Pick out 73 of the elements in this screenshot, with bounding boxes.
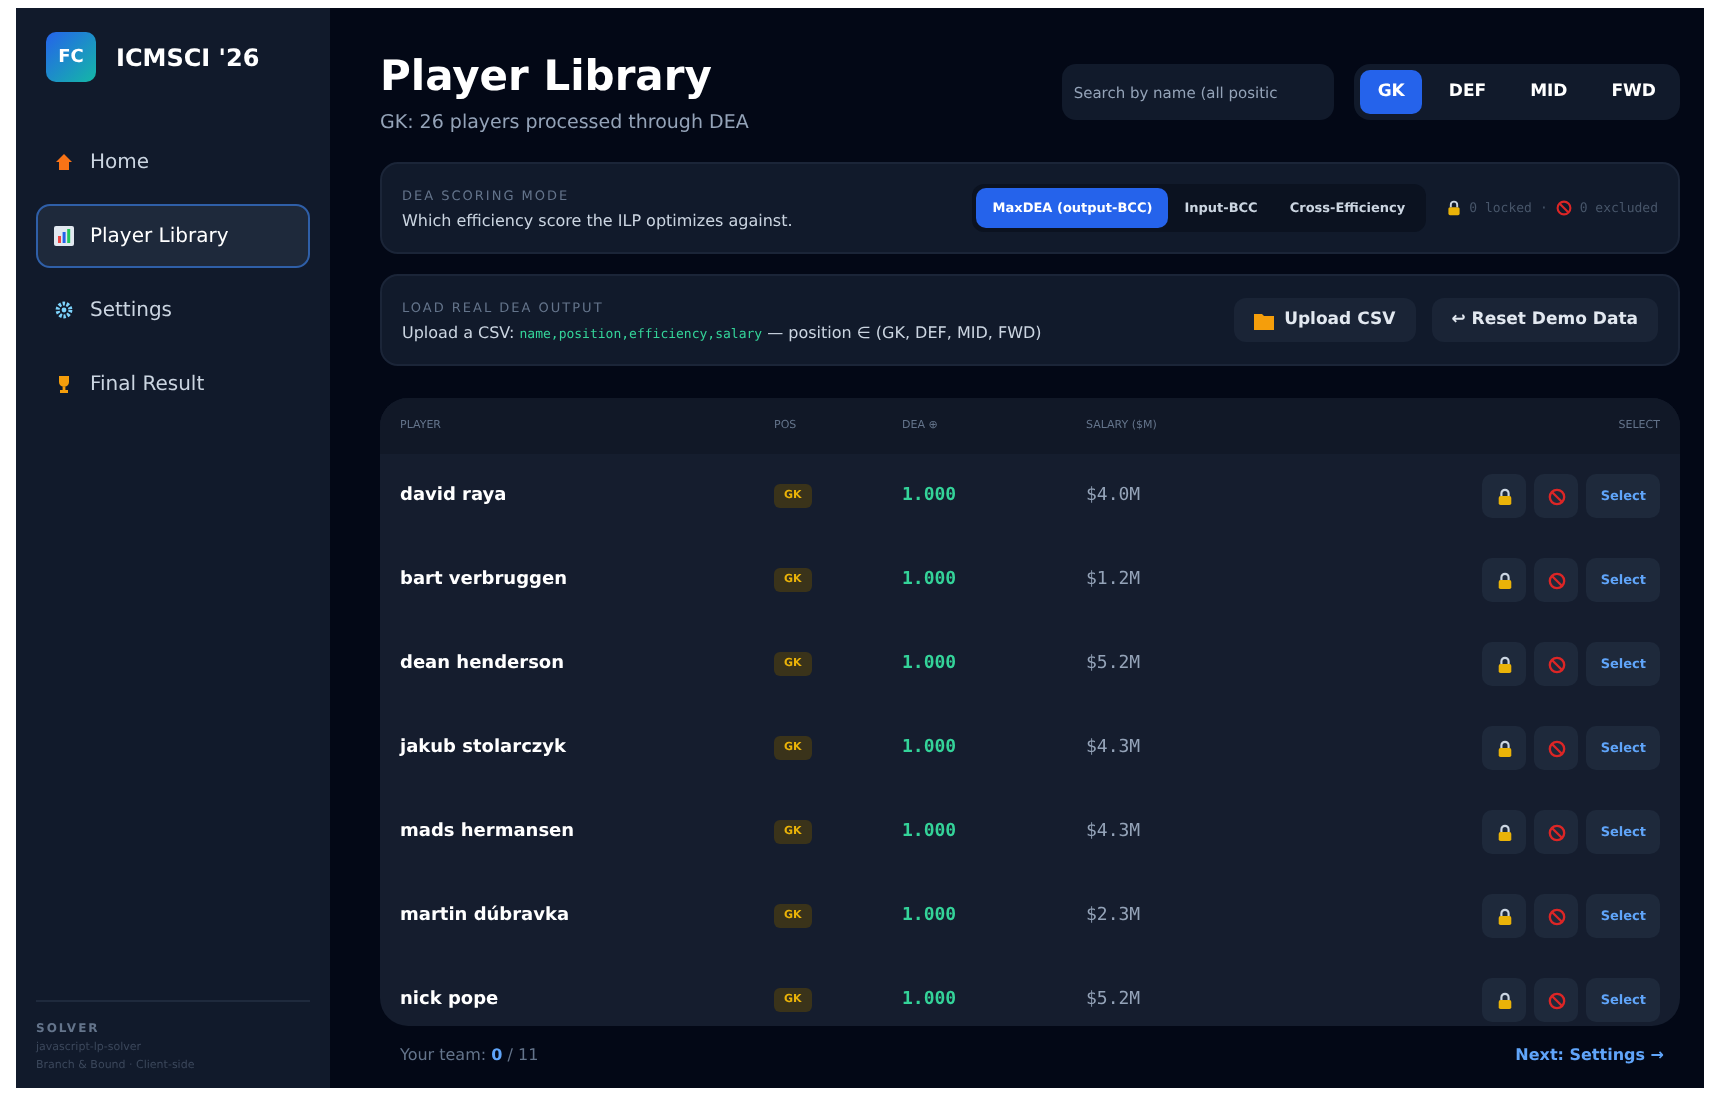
lock-button[interactable] xyxy=(1482,558,1527,602)
salary: $4.3M xyxy=(1086,822,1143,842)
prohibited-icon xyxy=(1547,823,1566,841)
position-tab[interactable]: DEF xyxy=(1430,70,1505,114)
salary: $4.0M xyxy=(1086,486,1143,506)
dea-score: 1.000 xyxy=(902,486,959,506)
upload-button[interactable]: Upload CSV xyxy=(1234,298,1416,342)
exclude-button[interactable] xyxy=(1534,474,1579,518)
lock-button[interactable] xyxy=(1482,642,1527,686)
dea-score: 1.000 xyxy=(902,822,959,842)
prohibited-icon xyxy=(1547,655,1566,673)
gear-icon xyxy=(54,300,74,320)
nav-item[interactable]: Home xyxy=(36,130,310,194)
exclude-button[interactable] xyxy=(1534,810,1579,854)
lock-button[interactable] xyxy=(1482,726,1527,770)
dea-score: 1.000 xyxy=(902,906,959,926)
logo: FC xyxy=(46,32,96,82)
lock-icon xyxy=(1495,907,1514,925)
lock-icon xyxy=(1495,823,1514,841)
lock-button[interactable] xyxy=(1482,810,1527,854)
position-tab[interactable]: MID xyxy=(1512,70,1586,114)
player-name: dean henderson xyxy=(400,654,567,674)
lock-icon xyxy=(1445,200,1462,216)
lock-icon xyxy=(1495,571,1514,589)
page-title: Player Library xyxy=(380,52,714,100)
app-name: ICMSCI '26 xyxy=(116,43,260,71)
page-subtitle: GK: 26 players processed through DEA xyxy=(380,112,749,134)
prohibited-icon xyxy=(1555,200,1572,216)
salary: $1.2M xyxy=(1086,570,1143,590)
salary: $2.3M xyxy=(1086,906,1143,926)
nav-item[interactable]: Settings xyxy=(36,278,310,342)
reset-button[interactable]: ↩ Reset Demo Data xyxy=(1431,298,1658,342)
nav-item[interactable]: Final Result xyxy=(36,352,310,416)
salary: $4.3M xyxy=(1086,738,1143,758)
dea-score: 1.000 xyxy=(902,738,959,758)
prohibited-icon xyxy=(1547,487,1566,505)
dea-score: 1.000 xyxy=(902,570,959,590)
nav-item[interactable]: Player Library xyxy=(36,204,310,268)
folder-icon xyxy=(1254,311,1275,329)
player-name: mads hermansen xyxy=(400,822,577,842)
prohibited-icon xyxy=(1547,907,1566,925)
position-tab[interactable]: FWD xyxy=(1593,70,1674,114)
dea-score: 1.000 xyxy=(902,990,959,1010)
exclude-button[interactable] xyxy=(1534,642,1579,686)
lock-icon xyxy=(1495,739,1514,757)
lock-icon xyxy=(1495,991,1514,1009)
salary: $5.2M xyxy=(1086,654,1143,674)
lock-button[interactable] xyxy=(1482,978,1527,1022)
dea-score: 1.000 xyxy=(902,654,959,674)
lock-button[interactable] xyxy=(1482,894,1527,938)
player-name: martin dúbravka xyxy=(400,906,572,926)
exclude-button[interactable] xyxy=(1534,726,1579,770)
player-name: jakub stolarczyk xyxy=(400,738,568,758)
exclude-button[interactable] xyxy=(1534,978,1579,1022)
next-link[interactable]: Next: Settings → xyxy=(1515,1046,1664,1064)
lock-button[interactable] xyxy=(1482,474,1527,518)
prohibited-icon xyxy=(1547,991,1566,1009)
card-description: Which efficiency score the ILP optimizes against. xyxy=(402,211,793,229)
player-name: david raya xyxy=(400,486,509,506)
position-tab[interactable]: GK xyxy=(1359,70,1423,114)
player-name: bart verbruggen xyxy=(400,570,569,590)
team-count: Your team: 0 / 11 xyxy=(400,1046,539,1064)
exclude-button[interactable] xyxy=(1534,558,1579,602)
lock-icon xyxy=(1495,487,1514,505)
lock-icon xyxy=(1495,655,1514,673)
trophy-icon xyxy=(54,374,74,394)
prohibited-icon xyxy=(1547,571,1566,589)
player-name: nick pope xyxy=(400,990,501,1010)
bar-chart-icon xyxy=(54,226,74,246)
house-icon xyxy=(54,152,74,172)
prohibited-icon xyxy=(1547,739,1566,757)
salary: $5.2M xyxy=(1086,990,1143,1010)
exclude-button[interactable] xyxy=(1534,894,1579,938)
